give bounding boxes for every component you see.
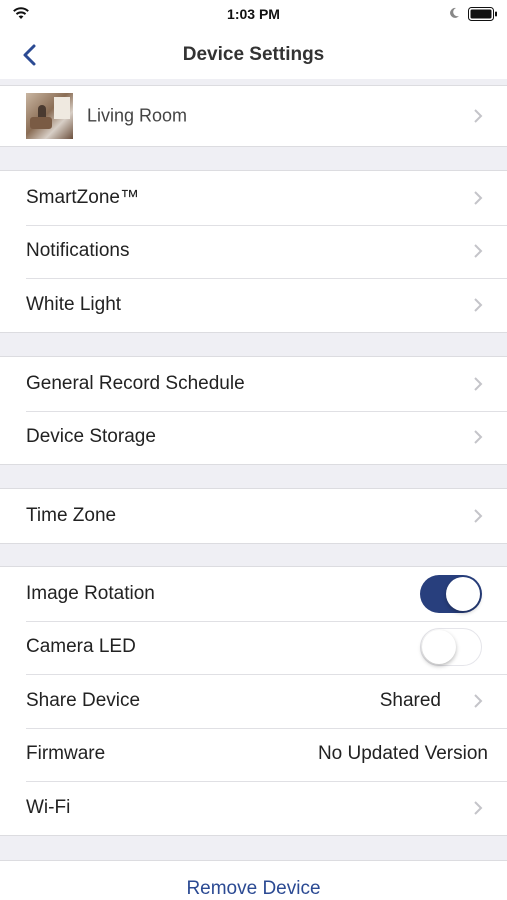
- chevron-right-icon: [474, 509, 483, 523]
- settings-group-2: General Record Schedule Device Storage: [0, 356, 507, 465]
- image-rotation-toggle[interactable]: [420, 574, 482, 613]
- firmware-status: No Updated Version: [317, 743, 488, 765]
- chevron-right-icon: [474, 377, 483, 391]
- chevron-right-icon: [474, 298, 483, 312]
- row-white-light[interactable]: White Light: [0, 278, 507, 332]
- moon-icon: [450, 7, 459, 18]
- chevron-right-icon: [474, 694, 483, 708]
- row-label: Notifications: [26, 240, 130, 262]
- status-bar: 1:03 PM: [0, 0, 507, 28]
- row-camera-led: Camera LED: [0, 620, 507, 675]
- row-notifications[interactable]: Notifications: [0, 224, 507, 279]
- row-label: SmartZone™: [26, 186, 139, 208]
- chevron-right-icon: [474, 109, 483, 123]
- row-label: Device Storage: [26, 426, 156, 448]
- chevron-right-icon: [474, 801, 483, 815]
- settings-group-4: Image Rotation Camera LED Share Device S…: [0, 566, 507, 836]
- row-record-schedule[interactable]: General Record Schedule: [0, 357, 507, 411]
- row-label: General Record Schedule: [26, 372, 245, 394]
- device-name: Living Room: [87, 105, 188, 126]
- row-label: Time Zone: [26, 504, 117, 526]
- row-share-device[interactable]: Share Device Shared: [0, 674, 507, 728]
- footer: Remove Device: [0, 860, 507, 900]
- row-label: Image Rotation: [26, 582, 155, 604]
- battery-icon: [468, 7, 497, 21]
- chevron-right-icon: [474, 244, 483, 258]
- row-image-rotation: Image Rotation: [0, 567, 507, 621]
- nav-bar: Device Settings: [0, 28, 507, 79]
- row-label: Camera LED: [26, 636, 136, 658]
- camera-led-toggle[interactable]: [420, 628, 482, 667]
- settings-group-3: Time Zone: [0, 488, 507, 544]
- settings-group-1: SmartZone™ Notifications White Light: [0, 170, 507, 333]
- row-label: Firmware: [26, 743, 106, 765]
- row-label: Share Device: [26, 689, 141, 711]
- remove-device-button[interactable]: Remove Device: [0, 878, 507, 900]
- status-time: 1:03 PM: [227, 6, 280, 22]
- device-row[interactable]: Living Room: [0, 86, 507, 146]
- row-label: White Light: [26, 293, 122, 315]
- row-smartzone[interactable]: SmartZone™: [0, 171, 507, 225]
- page-title: Device Settings: [182, 44, 325, 65]
- row-label: Wi-Fi: [26, 796, 71, 818]
- share-status: Shared: [379, 689, 441, 711]
- row-firmware: Firmware No Updated Version: [0, 727, 507, 782]
- chevron-right-icon: [474, 430, 483, 444]
- row-wifi[interactable]: Wi-Fi: [0, 781, 507, 835]
- device-group: Living Room: [0, 85, 507, 147]
- row-device-storage[interactable]: Device Storage: [0, 410, 507, 465]
- chevron-right-icon: [474, 191, 483, 205]
- device-thumbnail: [26, 93, 73, 139]
- row-time-zone[interactable]: Time Zone: [0, 489, 507, 543]
